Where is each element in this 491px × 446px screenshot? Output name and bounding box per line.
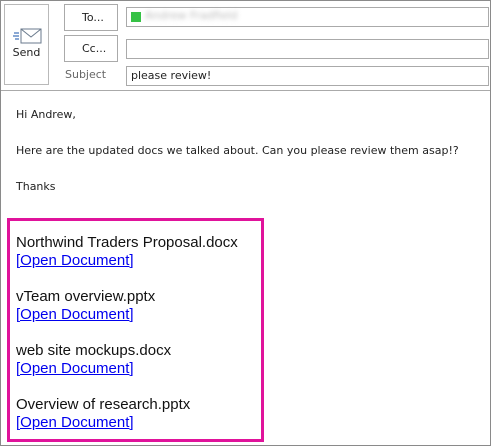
cc-field[interactable] <box>126 39 489 59</box>
send-button[interactable]: Send <box>4 4 49 85</box>
attachment-name: Northwind Traders Proposal.docx <box>16 234 238 251</box>
to-field[interactable]: Andrew Fradfield <box>126 7 489 27</box>
attachment-highlight-box: Northwind Traders Proposal.docx [Open Do… <box>7 218 264 442</box>
greeting-text: Hi Andrew, <box>16 108 76 121</box>
open-document-link[interactable]: [Open Document] <box>16 414 134 431</box>
send-label: Send <box>12 46 41 59</box>
signoff-text: Thanks <box>16 180 56 193</box>
attachment-name: web site mockups.docx <box>16 342 172 359</box>
email-compose-window: Send To... Andrew Fradfield Cc... Subjec… <box>0 0 491 446</box>
attachment-name: Overview of research.pptx <box>16 396 191 413</box>
presence-indicator <box>131 12 141 22</box>
subject-value: please review! <box>131 69 212 82</box>
cc-button[interactable]: Cc... <box>64 35 118 62</box>
envelope-send-icon <box>13 28 42 44</box>
open-document-link[interactable]: [Open Document] <box>16 306 134 323</box>
attachment-name: vTeam overview.pptx <box>16 288 156 305</box>
open-document-link[interactable]: [Open Document] <box>16 252 134 269</box>
subject-field[interactable]: please review! <box>126 66 489 86</box>
to-button[interactable]: To... <box>64 4 118 31</box>
recipient-name: Andrew Fradfield <box>145 9 238 22</box>
header-divider <box>1 90 490 91</box>
message-text: Here are the updated docs we talked abou… <box>16 144 459 157</box>
subject-label: Subject <box>65 68 107 81</box>
open-document-link[interactable]: [Open Document] <box>16 360 134 377</box>
